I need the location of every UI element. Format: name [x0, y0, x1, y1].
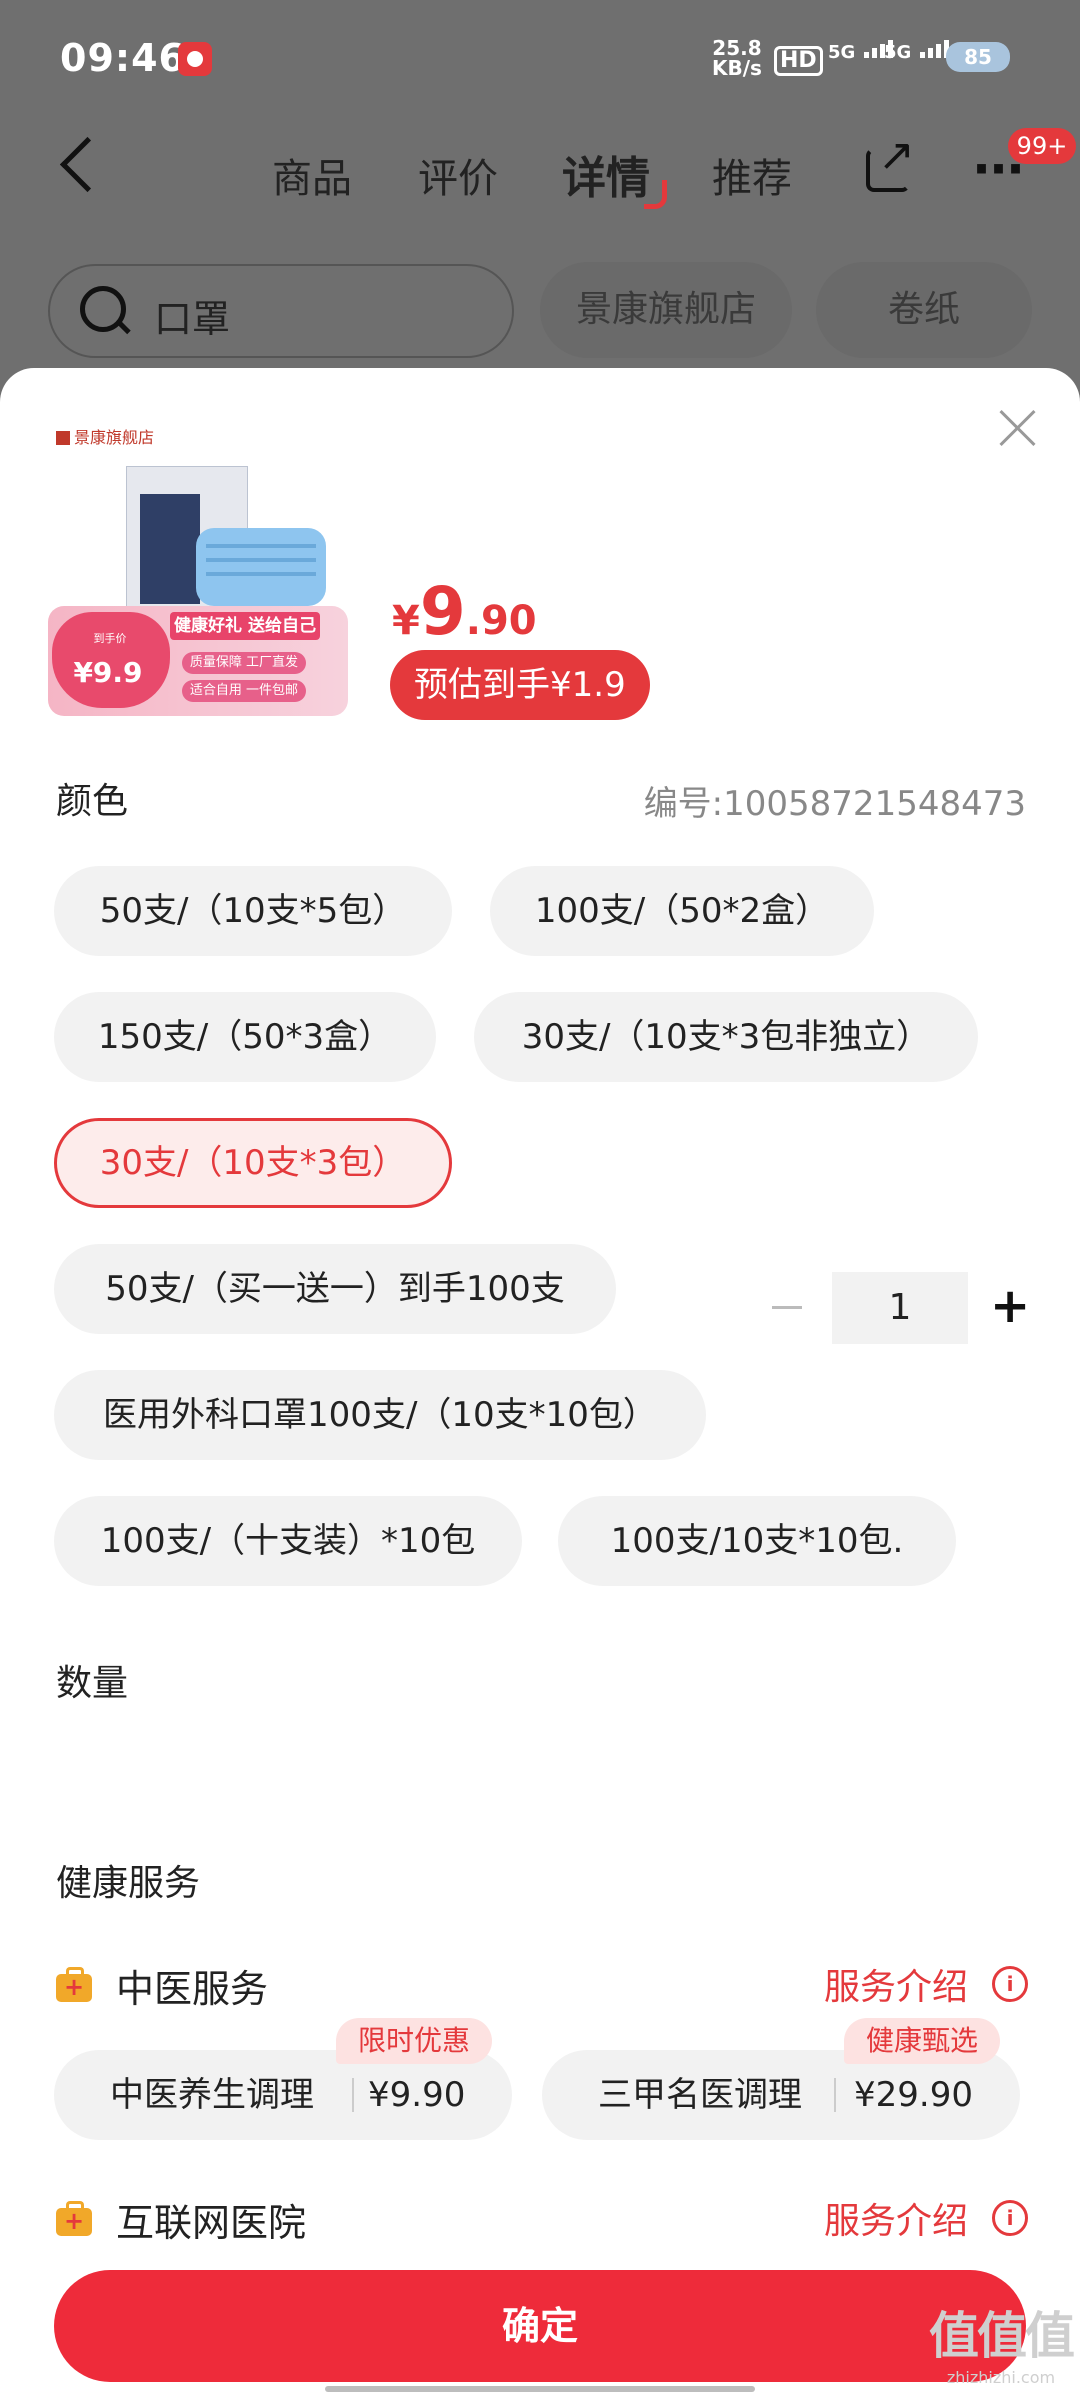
watermark: 值值值 zhizhizhi.com — [929, 2307, 1075, 2387]
search-input[interactable]: 口罩 — [48, 264, 514, 358]
image-tag: 质量保障 工厂直发 — [182, 652, 306, 674]
info-icon[interactable]: i — [992, 1966, 1028, 2002]
close-icon[interactable] — [998, 408, 1038, 448]
service-name: 互联网医院 — [116, 2201, 307, 2245]
mask-illustration — [196, 528, 326, 606]
search-icon — [80, 286, 126, 332]
active-tab-indicator — [644, 180, 667, 209]
quantity-increase-button[interactable]: + — [990, 1266, 1030, 1346]
status-bar: 09:46 25.8 KB/s HD 5G 5G 85 — [0, 0, 1080, 120]
spec-option[interactable]: 100支/10支*10包. — [558, 1496, 956, 1586]
tab-details[interactable]: 详情 — [562, 142, 650, 206]
image-price: ¥9.9 — [73, 656, 143, 689]
search-chip-tissue[interactable]: 卷纸 — [816, 262, 1032, 358]
quantity-value[interactable]: 1 — [832, 1272, 968, 1344]
search-query: 口罩 — [154, 297, 231, 341]
spec-option[interactable]: 100支/（50*2盒） — [490, 866, 874, 956]
confirm-button[interactable]: 确定 — [54, 2270, 1026, 2382]
app-notification-icon — [178, 42, 212, 76]
estimated-price-badge: 预估到手¥1.9 — [390, 650, 650, 720]
status-time: 09:46 — [60, 36, 186, 80]
info-icon[interactable]: i — [992, 2200, 1028, 2236]
sku-number: 编号:10058721548473 — [643, 784, 1026, 824]
image-tag: 适合自用 一件包邮 — [182, 680, 306, 702]
sku-selection-sheet: 景康旗舰店 到手价 ¥9.9 健康好礼 送给自己 质量保障 工厂直发 适合自用 … — [0, 368, 1080, 2400]
spec-option[interactable]: 100支/（十支装）*10包 — [54, 1496, 522, 1586]
network-speed: 25.8 KB/s — [712, 36, 762, 80]
share-icon[interactable] — [866, 130, 915, 192]
product-image[interactable]: 景康旗舰店 到手价 ¥9.9 健康好礼 送给自己 质量保障 工厂直发 适合自用 … — [48, 416, 348, 716]
spec-option[interactable]: 30支/（10支*3包非独立） — [474, 992, 978, 1082]
notification-badge: 99+ — [1008, 128, 1076, 164]
quantity-label: 数量 — [56, 1663, 129, 1704]
image-ribbon: 健康好礼 送给自己 — [170, 612, 320, 640]
signal-icon: 5G — [828, 40, 893, 63]
service-intro-link[interactable]: 服务介绍 — [824, 1958, 968, 2010]
service-intro-link[interactable]: 服务介绍 — [824, 2192, 968, 2244]
battery-icon: 85 — [946, 42, 1010, 72]
image-store-name: 景康旗舰店 — [56, 424, 154, 448]
medical-kit-icon — [56, 1967, 92, 2002]
tab-reviews[interactable]: 评价 — [418, 146, 498, 204]
spec-option[interactable]: 医用外科口罩100支/（10支*10包） — [54, 1370, 706, 1460]
signal-icon-2: 5G — [884, 40, 949, 63]
product-price: ¥9.90 — [392, 573, 537, 650]
service-name: 中医服务 — [116, 1967, 269, 2011]
color-label: 颜色 — [56, 781, 129, 822]
search-chip-store[interactable]: 景康旗舰店 — [540, 262, 792, 358]
spec-option[interactable]: 150支/（50*3盒） — [54, 992, 436, 1082]
spec-option[interactable]: 50支/（买一送一）到手100支 — [54, 1244, 616, 1334]
tab-recommend[interactable]: 推荐 — [712, 146, 792, 204]
promo-tag: 限时优惠 — [336, 2018, 493, 2064]
home-indicator[interactable] — [325, 2386, 755, 2392]
medical-kit-icon — [56, 2201, 92, 2236]
spec-option-selected[interactable]: 30支/（10支*3包） — [54, 1118, 452, 1208]
health-service-title: 健康服务 — [56, 1863, 201, 1904]
top-nav — [0, 120, 1080, 230]
tab-product[interactable]: 商品 — [272, 146, 352, 204]
hd-icon: HD — [774, 46, 823, 76]
quantity-decrease-button[interactable] — [772, 1306, 802, 1309]
image-price-label: 到手价 — [93, 632, 127, 645]
spec-option[interactable]: 50支/（10支*5包） — [54, 866, 452, 956]
promo-tag: 健康甄选 — [844, 2018, 1001, 2064]
